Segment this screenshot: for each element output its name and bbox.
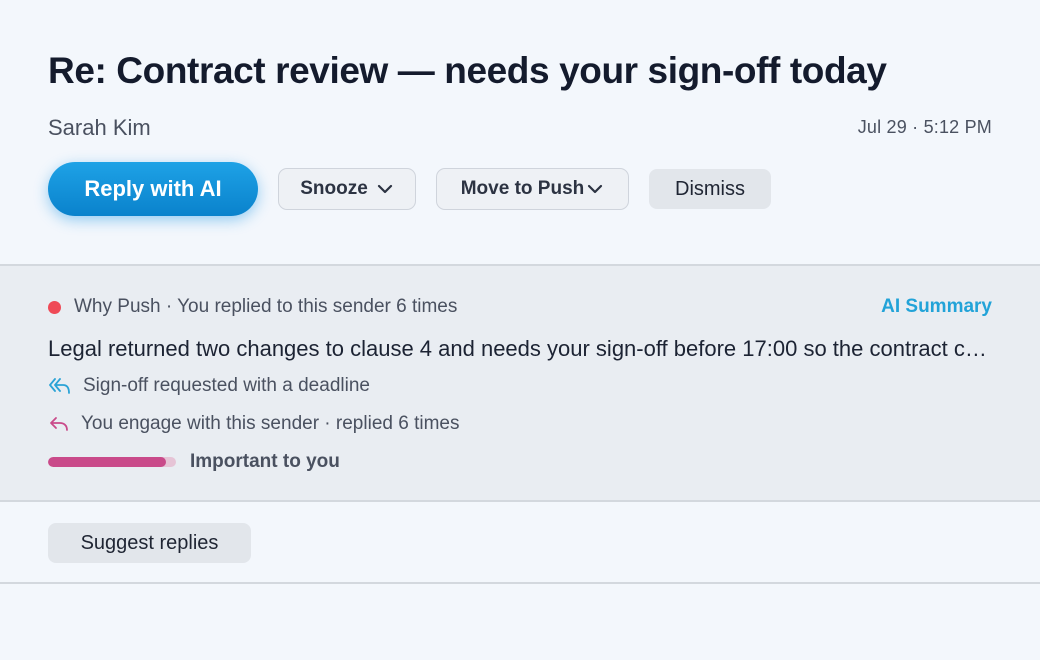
push-reason-panel: Why Push · You replied to this sender 6 … xyxy=(0,264,1040,502)
reply-with-ai-label: Reply with AI xyxy=(84,176,222,201)
sender-name: Sarah Kim xyxy=(48,115,151,140)
snooze-label: Snooze xyxy=(300,178,368,199)
email-subject: Re: Contract review — needs your sign-of… xyxy=(48,50,887,91)
ai-summary-text: Legal returned two changes to clause 4 a… xyxy=(48,336,992,361)
importance-meter: Important to you xyxy=(48,450,340,474)
alert-dot-icon xyxy=(48,301,61,314)
importance-bar-fill xyxy=(48,457,166,467)
dismiss-button[interactable]: Dismiss xyxy=(649,169,771,209)
reply-with-ai-button[interactable]: Reply with AI xyxy=(48,162,258,216)
reason-text: You engage with this sender · replied 6 … xyxy=(81,413,460,434)
reason-text: Sign-off requested with a deadline xyxy=(83,375,370,396)
reply-all-icon xyxy=(48,375,72,397)
reason-item: You engage with this sender · replied 6 … xyxy=(48,412,459,436)
move-to-push-label: Move to Push xyxy=(460,178,585,199)
chevron-down-icon xyxy=(586,180,604,198)
email-meta: Sarah Kim Jul 29 · 5:12 PM xyxy=(48,115,992,141)
why-push-text: Why Push · You replied to this sender 6 … xyxy=(74,296,458,317)
email-timestamp: Jul 29 · 5:12 PM xyxy=(857,117,992,137)
chevron-down-icon xyxy=(376,180,394,198)
move-to-push-button[interactable]: Move to Push xyxy=(436,168,629,210)
reason-item: Sign-off requested with a deadline xyxy=(48,374,370,398)
importance-bar-track xyxy=(48,457,176,467)
suggest-replies-button[interactable]: Suggest replies xyxy=(48,523,251,563)
suggest-replies-label: Suggest replies xyxy=(80,531,219,554)
dismiss-label: Dismiss xyxy=(675,177,745,200)
snooze-button[interactable]: Snooze xyxy=(278,168,416,210)
reply-icon xyxy=(48,413,70,435)
divider xyxy=(0,582,1040,584)
ai-summary-link[interactable]: AI Summary xyxy=(881,296,992,318)
panel-header: Why Push · You replied to this sender 6 … xyxy=(48,296,992,320)
importance-label: Important to you xyxy=(190,451,340,472)
